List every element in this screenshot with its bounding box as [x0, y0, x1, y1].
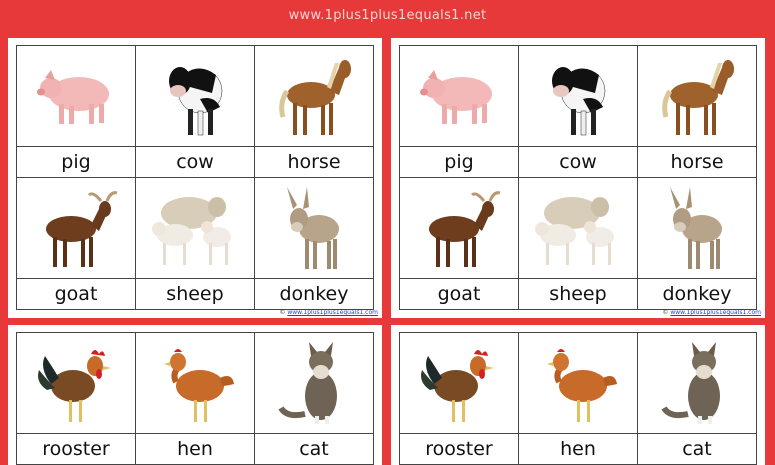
animal-label: cow: [176, 151, 214, 173]
donkey-photo: [638, 178, 756, 279]
goat-photo: [400, 178, 518, 279]
pig-photo: [400, 46, 518, 147]
animal-label: rooster: [42, 438, 110, 460]
animal-label: donkey: [279, 283, 349, 305]
site-url: www.1plus1plus1equals1.net: [288, 8, 487, 23]
rooster-photo: [400, 333, 518, 434]
sheep-photo: [136, 178, 254, 279]
flashcard-sheet: pig cow horse goat sheep donkey © www.1p…: [391, 38, 765, 318]
cat-photo: [255, 333, 373, 434]
animal-card-pig: pig: [17, 46, 136, 178]
animal-card-horse: horse: [255, 46, 374, 178]
animal-grid: pig cow horse goat sheep donkey: [16, 45, 374, 310]
flashcard-sheet: rooster hen cat: [8, 325, 382, 465]
flashcard-sheet: pig cow horse goat sheep donkey © www.1p…: [8, 38, 382, 318]
flashcard-sheet: rooster hen cat: [391, 325, 765, 465]
animal-label: sheep: [549, 283, 607, 305]
sheep-photo: [519, 178, 637, 279]
animal-card-cat: cat: [638, 333, 757, 465]
horse-photo: [638, 46, 756, 147]
copyright-symbol: ©: [279, 309, 286, 316]
animal-card-rooster: rooster: [400, 333, 519, 465]
horse-photo: [255, 46, 373, 147]
cow-photo: [136, 46, 254, 147]
animal-card-hen: hen: [519, 333, 638, 465]
animal-card-donkey: donkey: [255, 178, 374, 310]
goat-photo: [17, 178, 135, 279]
animal-card-cow: cow: [136, 46, 255, 178]
rooster-photo: [17, 333, 135, 434]
animal-grid: rooster hen cat: [399, 332, 757, 465]
animal-card-cow: cow: [519, 46, 638, 178]
animal-card-donkey: donkey: [638, 178, 757, 310]
animal-label: sheep: [166, 283, 224, 305]
hen-photo: [519, 333, 637, 434]
animal-card-goat: goat: [17, 178, 136, 310]
animal-label: cat: [299, 438, 329, 460]
animal-grid: rooster hen cat: [16, 332, 374, 465]
animal-label: hen: [560, 438, 596, 460]
animal-card-sheep: sheep: [136, 178, 255, 310]
animal-label: goat: [437, 283, 481, 305]
animal-label: goat: [54, 283, 98, 305]
pig-photo: [17, 46, 135, 147]
animal-card-goat: goat: [400, 178, 519, 310]
animal-label: pig: [61, 151, 91, 173]
animal-grid: pig cow horse goat sheep donkey: [399, 45, 757, 310]
credit-line: © www.1plus1plus1equals1.com: [279, 309, 378, 316]
animal-label: pig: [444, 151, 474, 173]
animal-label: rooster: [425, 438, 493, 460]
donkey-photo: [255, 178, 373, 279]
animal-label: horse: [670, 151, 724, 173]
hen-photo: [136, 333, 254, 434]
animal-card-pig: pig: [400, 46, 519, 178]
animal-label: donkey: [662, 283, 732, 305]
animal-label: cat: [682, 438, 712, 460]
animal-card-horse: horse: [638, 46, 757, 178]
cow-photo: [519, 46, 637, 147]
credit-link[interactable]: www.1plus1plus1equals1.com: [670, 309, 761, 316]
animal-label: horse: [287, 151, 341, 173]
animal-label: cow: [559, 151, 597, 173]
animal-card-cat: cat: [255, 333, 374, 465]
copyright-symbol: ©: [662, 309, 669, 316]
credit-line: © www.1plus1plus1equals1.com: [662, 309, 761, 316]
animal-label: hen: [177, 438, 213, 460]
cat-photo: [638, 333, 756, 434]
animal-card-sheep: sheep: [519, 178, 638, 310]
animal-card-hen: hen: [136, 333, 255, 465]
credit-link[interactable]: www.1plus1plus1equals1.com: [287, 309, 378, 316]
animal-card-rooster: rooster: [17, 333, 136, 465]
